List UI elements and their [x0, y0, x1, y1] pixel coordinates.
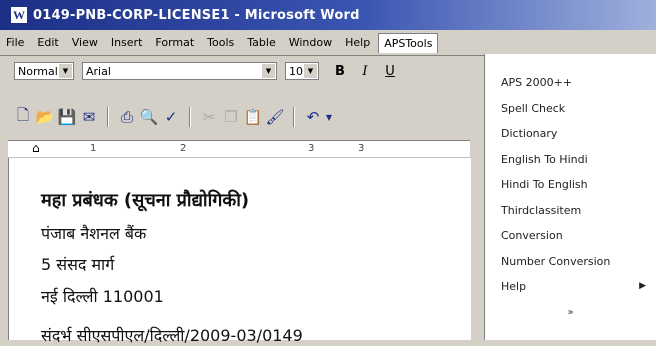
ruler-mark: 1	[90, 143, 97, 154]
toolbar-separator	[189, 107, 191, 127]
menu-help[interactable]: Help	[345, 36, 370, 49]
print-preview-icon[interactable]: 🔍	[138, 106, 160, 128]
menu-edit[interactable]: Edit	[37, 36, 58, 49]
apstools-item-help[interactable]: Help ▶	[485, 274, 656, 300]
paste-icon[interactable]: 📋	[242, 106, 264, 128]
spelling-icon[interactable]: ✓	[160, 106, 182, 128]
font-select[interactable]: Arial ▼	[82, 62, 277, 80]
toolbar-separator	[107, 107, 109, 127]
new-document-icon[interactable]: 🗋	[12, 106, 34, 128]
doc-line[interactable]: 5 संसद मार्ग	[41, 253, 114, 275]
style-value: Normal	[18, 64, 58, 78]
toolbar-separator	[293, 107, 295, 127]
bold-button[interactable]: B	[329, 61, 351, 81]
formatting-toolbar: Normal ▼ Arial ▼ 10 ▼ B I U	[0, 58, 470, 84]
format-painter-icon[interactable]: 🖌	[264, 106, 286, 128]
save-icon[interactable]: 💾	[56, 106, 78, 128]
font-value: Arial	[86, 64, 111, 78]
menu-bar: File Edit View Insert Format Tools Table…	[0, 30, 656, 56]
chevron-down-icon[interactable]: ▼	[304, 64, 317, 78]
apstools-item[interactable]: APS 2000++	[485, 70, 656, 96]
font-size-select[interactable]: 10 ▼	[285, 62, 319, 80]
style-select[interactable]: Normal ▼	[14, 62, 74, 80]
italic-button[interactable]: I	[354, 61, 376, 81]
apstools-item[interactable]: Hindi To English	[485, 172, 656, 198]
menu-table[interactable]: Table	[247, 36, 275, 49]
apstools-item[interactable]: Thirdclassitem	[485, 198, 656, 224]
window-title: 0149-PNB-CORP-LICENSE1 - Microsoft Word	[33, 7, 360, 23]
horizontal-ruler[interactable]: ⌂ 1 2 3 3	[8, 140, 470, 158]
ruler-mark: 3	[358, 143, 365, 154]
doc-line[interactable]: पंजाब नैशनल बैंक	[41, 222, 146, 244]
submenu-arrow-icon: ▶	[639, 281, 646, 291]
apstools-item[interactable]: Number Conversion	[485, 249, 656, 275]
apstools-item[interactable]: Spell Check	[485, 96, 656, 122]
menu-file[interactable]: File	[6, 36, 24, 49]
apstools-dropdown-menu: APS 2000++ Spell Check Dictionary Englis…	[484, 54, 656, 340]
apstools-item[interactable]: English To Hindi	[485, 147, 656, 173]
font-size-value: 10	[289, 64, 303, 78]
standard-toolbar: 🗋 📂 💾 ✉ ⎙ 🔍 ✓ ✂ ❐ 📋 🖌 ↶ ▼	[0, 102, 470, 132]
menu-apstools[interactable]: APSTools	[378, 32, 439, 53]
email-icon[interactable]: ✉	[78, 106, 100, 128]
doc-line[interactable]: संदर्भ सीएसपीएल/दिल्ली/2009-03/0149	[41, 324, 303, 346]
menu-format[interactable]: Format	[155, 36, 194, 49]
menu-view[interactable]: View	[72, 36, 98, 49]
chevron-down-icon[interactable]: ▼	[324, 106, 334, 128]
underline-button[interactable]: U	[379, 61, 401, 81]
word-app-icon[interactable]: W	[10, 6, 28, 24]
menu-window[interactable]: Window	[289, 36, 332, 49]
apstools-item-label: Help	[501, 280, 527, 293]
apstools-item[interactable]: Dictionary	[485, 121, 656, 147]
doc-line[interactable]: नई दिल्ली 110001	[41, 285, 164, 307]
ruler-mark: 2	[180, 143, 187, 154]
cut-icon[interactable]: ✂	[198, 106, 220, 128]
apstools-item[interactable]: Conversion	[485, 223, 656, 249]
doc-heading[interactable]: महा प्रबंधक (सूचना प्रौद्योगिकी)	[41, 188, 249, 212]
title-bar: W 0149-PNB-CORP-LICENSE1 - Microsoft Wor…	[0, 0, 656, 30]
menu-tools[interactable]: Tools	[207, 36, 234, 49]
expand-menu-icon[interactable]: »	[485, 300, 656, 326]
ruler-mark: 3	[308, 143, 315, 154]
open-folder-icon[interactable]: 📂	[34, 106, 56, 128]
undo-icon[interactable]: ↶	[302, 106, 324, 128]
chevron-down-icon[interactable]: ▼	[262, 64, 275, 78]
indent-marker-icon[interactable]: ⌂	[32, 141, 40, 155]
chevron-down-icon[interactable]: ▼	[59, 64, 72, 78]
menu-insert[interactable]: Insert	[111, 36, 143, 49]
document-page[interactable]: महा प्रबंधक (सूचना प्रौद्योगिकी) पंजाब न…	[8, 158, 471, 345]
print-icon[interactable]: ⎙	[116, 106, 138, 128]
copy-icon[interactable]: ❐	[220, 106, 242, 128]
